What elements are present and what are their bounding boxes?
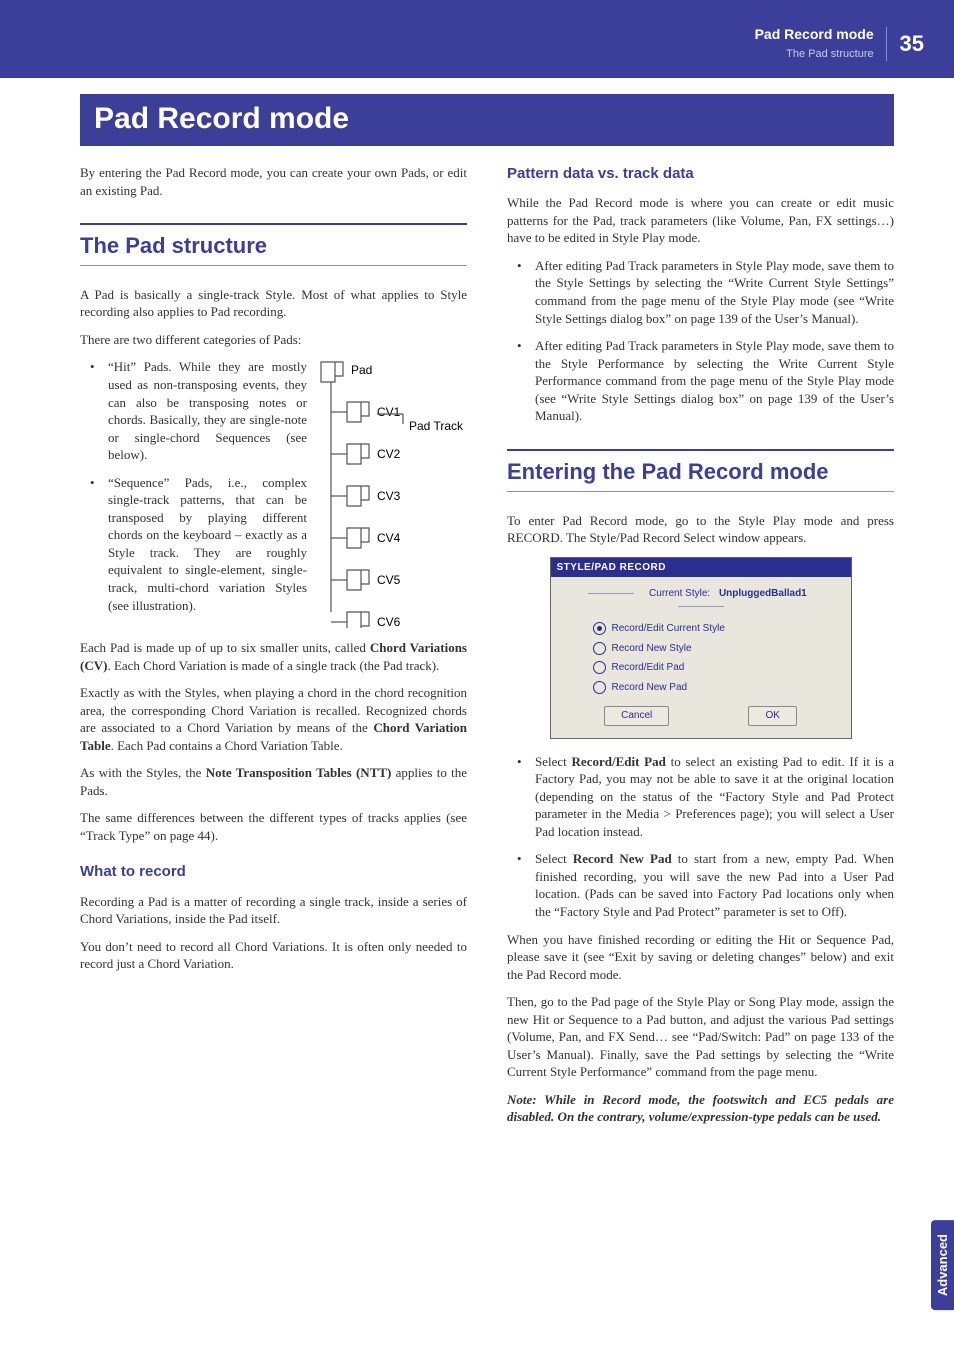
radio-option[interactable]: Record/Edit Pad xyxy=(593,661,837,675)
radio-option[interactable]: Record New Style xyxy=(593,642,837,656)
header-page-number: 35 xyxy=(900,31,924,56)
list-item: Select Record New Pad to start from a ne… xyxy=(507,850,894,920)
ok-button[interactable]: OK xyxy=(748,706,796,726)
body-text: The same differences between the differe… xyxy=(80,809,467,844)
header-right: Pad Record mode The Pad structure 35 xyxy=(755,26,924,62)
list-item: Select Record/Edit Pad to select an exis… xyxy=(507,753,894,841)
header-title: Pad Record mode xyxy=(755,26,874,42)
radio-label: Record/Edit Current Style xyxy=(612,622,725,636)
list-item: “Hit” Pads. While they are mostly used a… xyxy=(80,358,467,463)
list-item: After editing Pad Track parameters in St… xyxy=(507,257,894,327)
left-column: By entering the Pad Record mode, you can… xyxy=(80,164,467,1136)
radio-option[interactable]: Record/Edit Current Style xyxy=(593,622,837,636)
radio-icon xyxy=(593,661,606,674)
body-text: To enter Pad Record mode, go to the Styl… xyxy=(507,512,894,547)
header-subtitle: The Pad structure xyxy=(786,48,873,60)
list-item: “Sequence” Pads, i.e., complex single-tr… xyxy=(80,474,467,614)
dialog-group-label: Current Style: UnpluggedBallad1 xyxy=(565,587,837,614)
bullet-list: After editing Pad Track parameters in St… xyxy=(507,257,894,425)
radio-icon xyxy=(593,681,606,694)
body-text: There are two different categories of Pa… xyxy=(80,331,467,349)
dialog-title: STYLE/PAD RECORD xyxy=(551,558,851,578)
body-text: Recording a Pad is a matter of recording… xyxy=(80,893,467,928)
radio-option[interactable]: Record New Pad xyxy=(593,681,837,695)
subhead-what-to-record: What to record xyxy=(80,862,467,882)
radio-label: Record New Pad xyxy=(612,681,688,695)
note-text: Note: While in Record mode, the footswit… xyxy=(507,1091,894,1126)
radio-label: Record/Edit Pad xyxy=(612,661,685,675)
cancel-button[interactable]: Cancel xyxy=(604,706,669,726)
bullet-list: “Hit” Pads. While they are mostly used a… xyxy=(80,358,467,614)
chapter-title: Pad Record mode xyxy=(80,94,894,146)
body-text: You don’t need to record all Chord Varia… xyxy=(80,938,467,973)
radio-icon xyxy=(593,622,606,635)
radio-icon xyxy=(593,642,606,655)
body-text: Then, go to the Pad page of the Style Pl… xyxy=(507,993,894,1081)
body-text: When you have finished recording or edit… xyxy=(507,931,894,984)
page-header: Pad Record mode The Pad structure 35 xyxy=(0,0,954,78)
bullet-list: Select Record/Edit Pad to select an exis… xyxy=(507,753,894,921)
body-text: Each Pad is made up of up to six smaller… xyxy=(80,639,467,674)
section-pad-structure: The Pad structure xyxy=(80,223,467,266)
section-entering-pad-record: Entering the Pad Record mode xyxy=(507,449,894,492)
right-column: Pattern data vs. track data While the Pa… xyxy=(507,164,894,1136)
header-divider xyxy=(886,27,887,61)
body-text: Exactly as with the Styles, when playing… xyxy=(80,684,467,754)
body-text: While the Pad Record mode is where you c… xyxy=(507,194,894,247)
radio-label: Record New Style xyxy=(612,642,692,656)
subhead-pattern-vs-track: Pattern data vs. track data xyxy=(507,164,894,184)
body-text: As with the Styles, the Note Transpositi… xyxy=(80,764,467,799)
intro-text: By entering the Pad Record mode, you can… xyxy=(80,164,467,199)
side-tab-advanced: Advanced xyxy=(931,1220,954,1310)
tree-item-label: CV6 xyxy=(377,615,401,628)
body-text: A Pad is basically a single-track Style.… xyxy=(80,286,467,321)
list-item: After editing Pad Track parameters in St… xyxy=(507,337,894,425)
style-pad-record-dialog: STYLE/PAD RECORD Current Style: Unplugge… xyxy=(550,557,852,739)
